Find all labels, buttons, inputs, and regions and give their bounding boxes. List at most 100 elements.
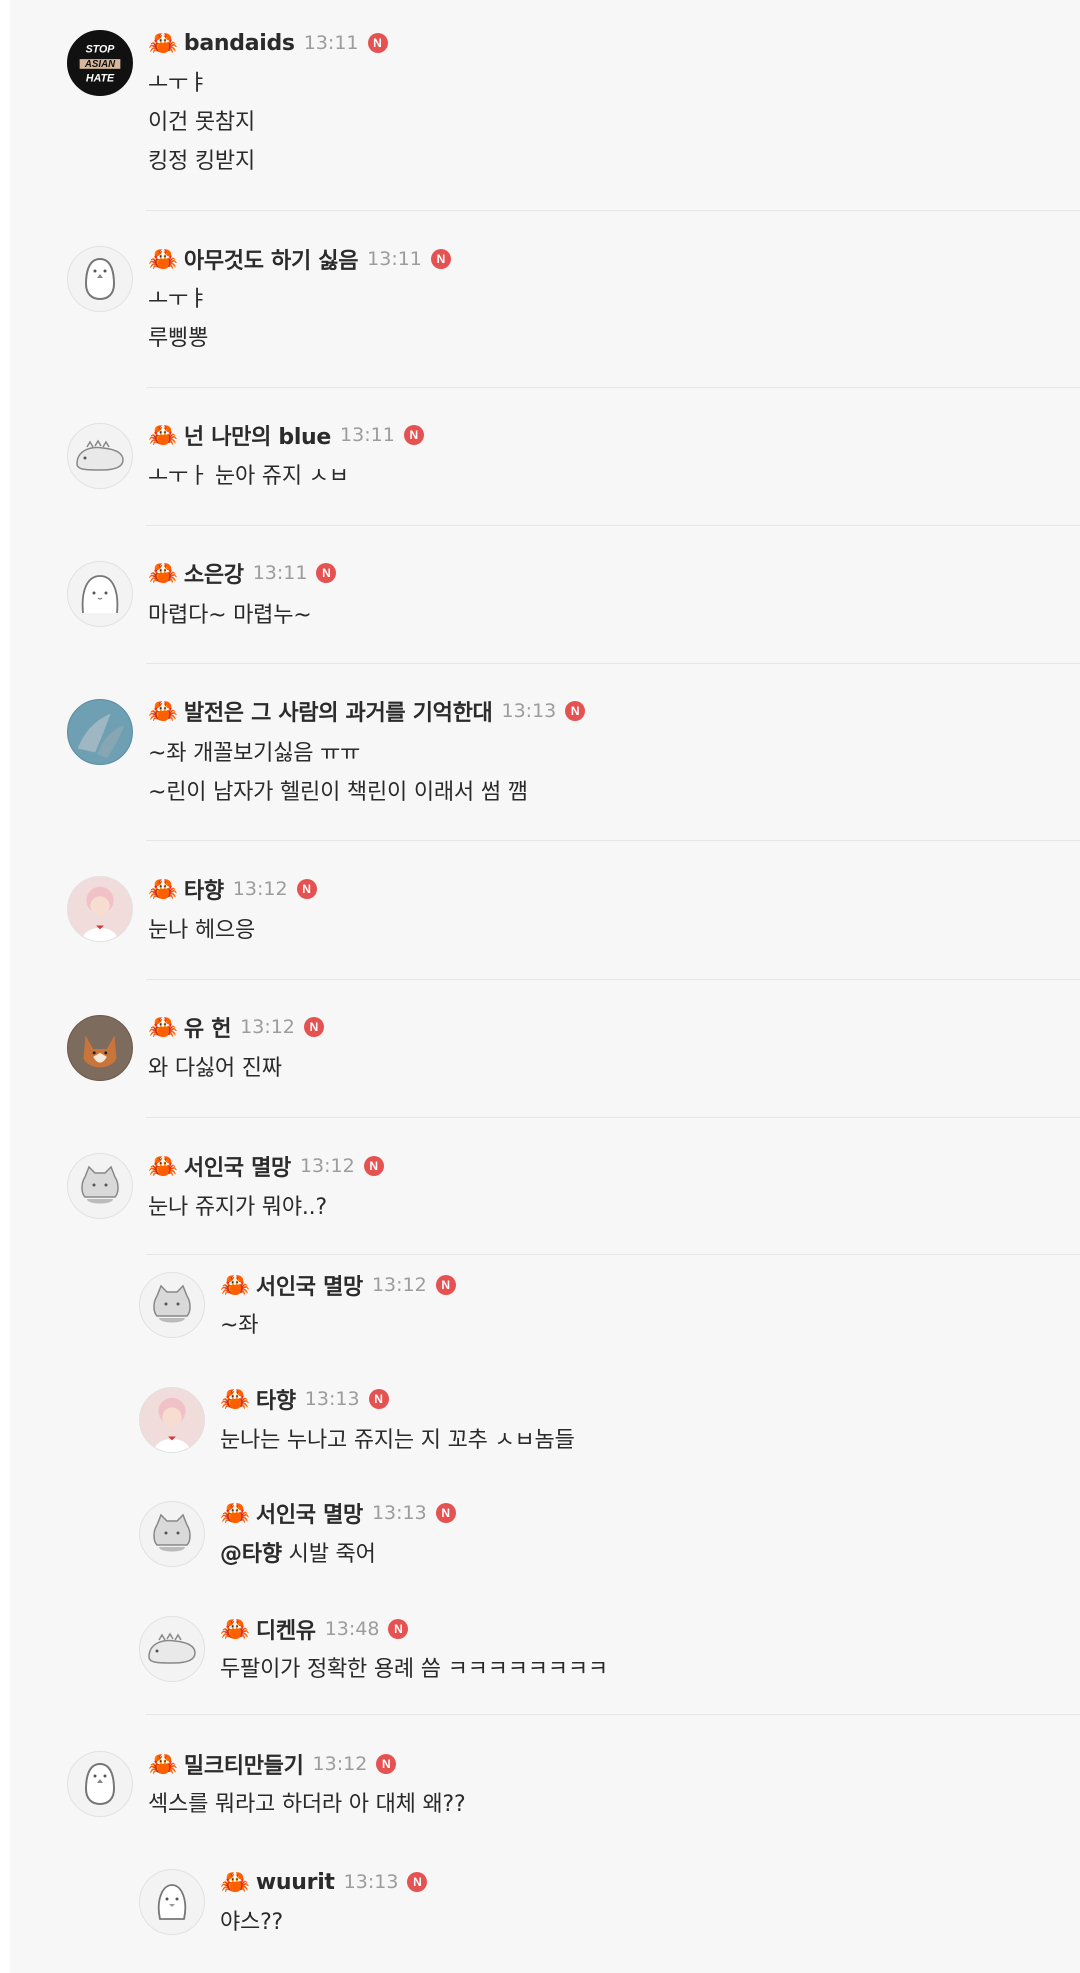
comment-text: 눈나 헤으응 xyxy=(148,918,255,943)
mention-link[interactable]: @타향 xyxy=(220,1542,282,1567)
comment-text: 킹정 킹받지 xyxy=(148,149,255,174)
divider xyxy=(146,663,1080,664)
new-badge-icon: N xyxy=(363,1156,384,1176)
comment-header: 🦀 아무것도 하기 싫음 13:11 N xyxy=(148,244,451,274)
comment-header: 🦀 밀크티만들기 13:12 N xyxy=(148,1748,397,1780)
timestamp: 13:11 xyxy=(303,32,359,54)
author-name[interactable]: 서인국 멸망 xyxy=(256,1497,363,1529)
avatar[interactable]: STOP ASIAN HATE xyxy=(67,30,133,96)
stop-asian-hate-logo: STOP ASIAN HATE xyxy=(79,43,121,84)
avatar[interactable] xyxy=(139,1616,205,1682)
divider xyxy=(146,525,1080,526)
person-photo-icon xyxy=(68,877,132,941)
avatar[interactable] xyxy=(67,876,133,942)
avatar[interactable] xyxy=(67,246,133,312)
author-name[interactable]: 타향 xyxy=(256,1383,296,1415)
new-badge-icon: N xyxy=(376,1754,397,1774)
divider xyxy=(146,387,1080,388)
comment-header: 🦀 타향 13:13 N xyxy=(220,1384,389,1414)
new-badge-icon: N xyxy=(368,1389,389,1409)
crab-icon: 🦀 xyxy=(220,1868,250,1896)
comment-header: 🦀 bandaids 13:11 N xyxy=(148,28,388,58)
avatar[interactable] xyxy=(139,1501,205,1567)
new-badge-icon: N xyxy=(435,1503,456,1523)
comment-text: 마렵다~ 마렵누~ xyxy=(148,603,312,628)
comment-text: 루삥뽕 xyxy=(148,326,209,351)
avatar[interactable] xyxy=(67,1153,133,1219)
new-badge-icon: N xyxy=(296,879,317,899)
timestamp: 13:11 xyxy=(340,424,395,446)
avatar[interactable] xyxy=(67,561,133,627)
cat-avatar-icon xyxy=(81,1165,119,1204)
author-name[interactable]: 타향 xyxy=(184,873,224,905)
comment-body: 눈나 쥬지가 뭐야..? xyxy=(148,1188,327,1227)
dinosaur-avatar-icon xyxy=(76,439,124,471)
comment-text: ~린이 남자가 헬린이 책린이 이래서 썸 깸 xyxy=(148,780,528,805)
avatar[interactable] xyxy=(139,1387,205,1453)
comment-text: ㅗㅜㅑ xyxy=(148,71,209,96)
comment-header: 🦀 wuurit 13:13 N xyxy=(220,1867,428,1897)
comment-body: ㅗㅜㅏ 눈아 쥬지 ㅅㅂ xyxy=(148,457,349,496)
crab-icon: 🦀 xyxy=(148,875,178,903)
timestamp: 13:12 xyxy=(299,1155,355,1177)
author-name[interactable]: 디켄유 xyxy=(256,1613,316,1645)
new-badge-icon: N xyxy=(303,1017,324,1037)
comment-text: ㅗㅜㅑ xyxy=(148,287,209,312)
timestamp: 13:12 xyxy=(371,1274,427,1296)
author-name[interactable]: bandaids xyxy=(184,31,295,56)
comment-header: 🦀 타향 13:12 N xyxy=(148,874,317,904)
timestamp: 13:13 xyxy=(371,1502,427,1524)
author-name[interactable]: 소은강 xyxy=(184,557,244,589)
timestamp: 13:11 xyxy=(252,562,308,584)
comment-text: 와 다싫어 진짜 xyxy=(148,1056,282,1081)
author-name[interactable]: 발전은 그 사람의 과거를 기억한대 xyxy=(184,695,493,727)
divider xyxy=(146,979,1080,980)
comment-header: 🦀 소은강 13:11 N xyxy=(148,557,337,589)
author-name[interactable]: 밀크티만들기 xyxy=(184,1748,304,1780)
new-badge-icon: N xyxy=(367,33,388,53)
avatar[interactable] xyxy=(67,1015,133,1081)
crab-icon: 🦀 xyxy=(148,1750,178,1778)
comment-body: ㅗㅜㅑ 루삥뽕 xyxy=(148,280,208,358)
author-name[interactable]: 넌 나만의 blue xyxy=(184,419,331,451)
crab-icon: 🦀 xyxy=(148,1152,178,1180)
comment-header: 🦀 디켄유 13:48 N xyxy=(220,1613,409,1645)
comment-text: ㅗㅜㅏ 눈아 쥬지 ㅅㅂ xyxy=(148,464,349,489)
new-badge-icon: N xyxy=(316,563,337,583)
dolphin-photo-icon xyxy=(68,700,132,764)
new-badge-icon: N xyxy=(565,701,586,721)
author-name[interactable]: 아무것도 하기 싫음 xyxy=(184,243,359,275)
crab-icon: 🦀 xyxy=(148,245,178,273)
comment-body: 두팔이가 정확한 용례 씀 ㅋㅋㅋㅋㅋㅋㅋㅋ xyxy=(220,1650,608,1689)
comment-body: @타향 시발 죽어 xyxy=(220,1535,376,1574)
avatar[interactable] xyxy=(139,1869,205,1935)
new-badge-icon: N xyxy=(388,1619,409,1639)
blob-avatar-icon xyxy=(81,575,119,614)
timestamp: 13:12 xyxy=(232,878,288,900)
cat-avatar-icon xyxy=(153,1513,191,1552)
author-name[interactable]: 유 헌 xyxy=(184,1011,232,1043)
author-name[interactable]: 서인국 멸망 xyxy=(256,1269,363,1301)
comment-header: 🦀 서인국 멸망 13:12 N xyxy=(148,1151,384,1181)
author-name[interactable]: 서인국 멸망 xyxy=(184,1150,291,1182)
divider xyxy=(146,1254,1080,1255)
new-badge-icon: N xyxy=(407,1872,428,1892)
person-photo-icon xyxy=(140,1388,204,1452)
comment-text: 이건 못참지 xyxy=(148,110,255,135)
comment-body: 눈나 헤으응 xyxy=(148,911,255,950)
avatar[interactable] xyxy=(67,1751,133,1817)
crab-icon: 🦀 xyxy=(148,29,178,57)
timestamp: 13:13 xyxy=(304,1388,360,1410)
svg-text:ASIAN: ASIAN xyxy=(84,59,116,70)
new-badge-icon: N xyxy=(403,425,424,445)
comment-body: ㅗㅜㅑ 이건 못참지 킹정 킹받지 xyxy=(148,64,255,181)
author-name[interactable]: wuurit xyxy=(256,1870,335,1895)
comment-body: 눈나는 누나고 쥬지는 지 꼬추 ㅅㅂ놈들 xyxy=(220,1421,575,1460)
comment-text: 섹스를 뭐라고 하더라 아 대체 왜?? xyxy=(148,1792,466,1817)
avatar[interactable] xyxy=(67,699,133,765)
fox-photo-icon xyxy=(68,1016,132,1080)
crab-icon: 🦀 xyxy=(148,421,178,449)
divider xyxy=(146,1117,1080,1118)
avatar[interactable] xyxy=(67,423,133,489)
avatar[interactable] xyxy=(139,1272,205,1338)
